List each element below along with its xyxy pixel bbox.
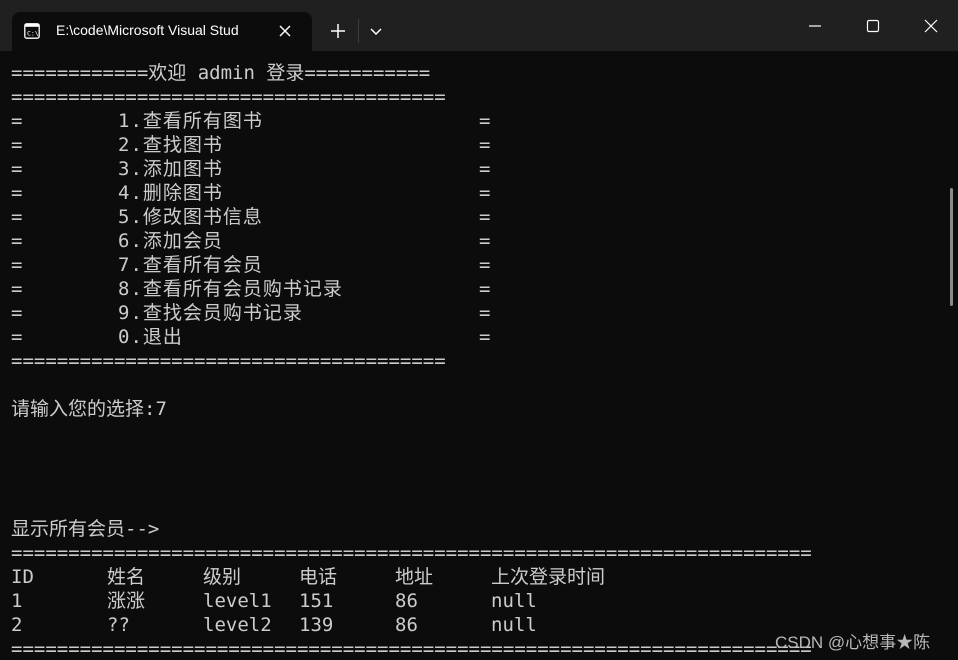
table-cell: 86	[395, 614, 418, 636]
table-header-cell: 地址	[395, 566, 434, 588]
tab-title: E:\code\Microsoft Visual Stud	[56, 22, 239, 38]
tab-console[interactable]: C:\ E:\code\Microsoft Visual Stud	[12, 12, 312, 51]
menu-bottom-rule: ======================================	[11, 350, 446, 372]
menu-top-rule: ======================================	[11, 86, 446, 108]
terminal-window: C:\ E:\code\Microsoft Visual Stud ======…	[0, 0, 958, 660]
scrollbar-thumb[interactable]	[950, 188, 953, 306]
title-bar[interactable]: C:\ E:\code\Microsoft Visual Stud	[0, 0, 958, 51]
menu-item: 8.查看所有会员购书记录	[118, 278, 343, 300]
table-cell: 1	[11, 590, 23, 612]
menu-border-left: =	[11, 158, 23, 180]
console-output[interactable]: ============欢迎 admin 登录=========== =====…	[0, 51, 940, 660]
menu-item: 6.添加会员	[118, 230, 223, 252]
menu-border-right: =	[479, 278, 491, 300]
menu-border-right: =	[479, 158, 491, 180]
maximize-icon	[866, 19, 880, 33]
table-bottom-rule: ========================================…	[11, 638, 812, 660]
menu-border-right: =	[479, 230, 491, 252]
table-header-cell: 上次登录时间	[491, 566, 606, 588]
table-cell: ??	[107, 614, 130, 636]
menu-border-right: =	[479, 206, 491, 228]
table-header-cell: ID	[11, 566, 34, 588]
menu-border-left: =	[11, 254, 23, 276]
menu-border-right: =	[479, 182, 491, 204]
choice-prompt: 请输入您的选择:7	[11, 398, 167, 420]
watermark: CSDN @心想事★陈	[775, 633, 931, 652]
table-cell: 2	[11, 614, 23, 636]
menu-item: 1.查看所有图书	[118, 110, 263, 132]
menu-border-right: =	[479, 326, 491, 348]
menu-border-right: =	[479, 302, 491, 324]
table-cell: null	[491, 590, 537, 612]
menu-item: 2.查找图书	[118, 134, 223, 156]
menu-item: 9.查找会员购书记录	[118, 302, 303, 324]
menu-border-left: =	[11, 110, 23, 132]
maximize-button[interactable]	[848, 0, 896, 51]
table-cell: 涨涨	[107, 590, 146, 612]
menu-item: 5.修改图书信息	[118, 206, 263, 228]
tab-separator	[358, 19, 359, 43]
chevron-down-icon[interactable]	[366, 21, 386, 41]
menu-border-right: =	[479, 134, 491, 156]
plus-icon[interactable]	[325, 20, 351, 42]
menu-border-right: =	[479, 254, 491, 276]
menu-border-left: =	[11, 230, 23, 252]
svg-text:C:\: C:\	[27, 30, 39, 38]
menu-item: 4.删除图书	[118, 182, 223, 204]
list-header: 显示所有会员-->	[11, 518, 160, 540]
menu-border-left: =	[11, 182, 23, 204]
close-icon	[924, 19, 938, 33]
close-tab-icon[interactable]	[276, 22, 294, 40]
scrollbar[interactable]	[946, 51, 958, 660]
table-cell: null	[491, 614, 537, 636]
menu-border-right: =	[479, 110, 491, 132]
minimize-icon	[809, 25, 821, 27]
close-button[interactable]	[906, 0, 954, 51]
menu-border-left: =	[11, 302, 23, 324]
terminal-icon: C:\	[24, 23, 40, 39]
table-header-cell: 级别	[203, 566, 242, 588]
table-cell: 151	[299, 590, 334, 612]
menu-border-left: =	[11, 206, 23, 228]
table-header-cell: 电话	[299, 566, 338, 588]
table-top-rule: ========================================…	[11, 542, 812, 564]
menu-item: 3.添加图书	[118, 158, 223, 180]
table-cell: level2	[203, 614, 272, 636]
menu-item: 0.退出	[118, 326, 183, 348]
table-header-cell: 姓名	[107, 566, 146, 588]
minimize-button[interactable]	[790, 0, 838, 51]
table-cell: level1	[203, 590, 272, 612]
table-cell: 86	[395, 590, 418, 612]
menu-border-left: =	[11, 326, 23, 348]
menu-item: 7.查看所有会员	[118, 254, 263, 276]
table-cell: 139	[299, 614, 334, 636]
menu-border-left: =	[11, 278, 23, 300]
menu-border-left: =	[11, 134, 23, 156]
welcome-line: ============欢迎 admin 登录===========	[11, 62, 431, 84]
